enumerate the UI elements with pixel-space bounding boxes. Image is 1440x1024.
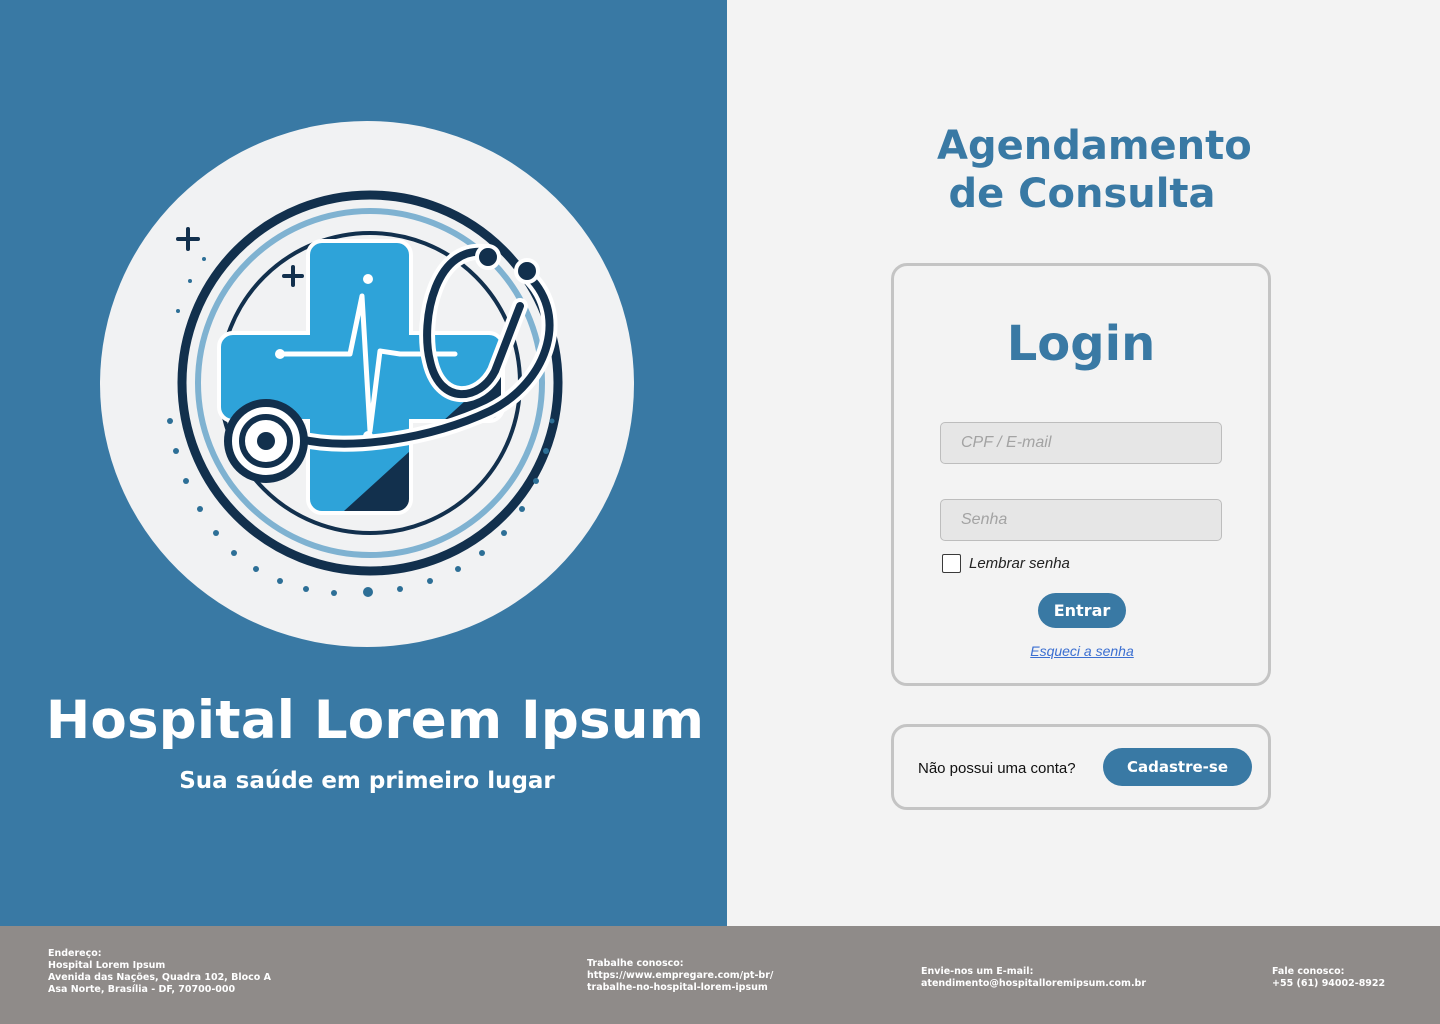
hospital-name: Hospital Lorem Ipsum [45, 690, 705, 751]
signup-card: Não possui uma conta? Cadastre-se [891, 724, 1271, 810]
hospital-logo [100, 121, 634, 647]
remember-password-option[interactable]: Lembrar senha [942, 554, 1070, 573]
footer-work-link-line1[interactable]: https://www.empregare.com/pt-br/ [587, 970, 773, 982]
footer: Endereço: Hospital Lorem Ipsum Avenida d… [0, 926, 1440, 1024]
signup-button[interactable]: Cadastre-se [1103, 748, 1252, 786]
footer-address-line2: Avenida das Nações, Quadra 102, Bloco A [48, 972, 271, 983]
footer-email-label: Envie-nos um E-mail: [921, 966, 1034, 977]
footer-address-label: Endereço: [48, 948, 102, 959]
page-title: Agendamento de Consulta [937, 122, 1252, 218]
signup-prompt: Não possui uma conta? [918, 760, 1076, 777]
login-title: Login [1006, 316, 1156, 372]
password-input[interactable] [940, 499, 1222, 541]
footer-phone-label: Fale conosco: [1272, 966, 1345, 977]
footer-address-line1: Hospital Lorem Ipsum [48, 960, 166, 971]
enter-button[interactable]: Entrar [1038, 593, 1126, 628]
remember-password-checkbox[interactable] [942, 554, 961, 573]
footer-work-label: Trabalhe conosco: [587, 958, 684, 969]
footer-email: Envie-nos um E-mail: atendimento@hospita… [921, 966, 1146, 990]
cpf-email-input[interactable] [940, 422, 1222, 464]
footer-email-value[interactable]: atendimento@hospitalloremipsum.com.br [921, 978, 1146, 990]
login-card: Login Lembrar senha Entrar Esqueci a sen… [891, 263, 1271, 686]
footer-phone: Fale conosco: +55 (61) 94002-8922 [1272, 966, 1385, 990]
hospital-slogan: Sua saúde em primeiro lugar [179, 768, 555, 794]
footer-phone-value: +55 (61) 94002-8922 [1272, 978, 1386, 989]
login-panel: Agendamento de Consulta Login Lembrar se… [727, 0, 1440, 926]
brand-panel: Hospital Lorem Ipsum Sua saúde em primei… [0, 0, 727, 926]
footer-work: Trabalhe conosco: https://www.empregare.… [587, 958, 773, 994]
footer-address-line3: Asa Norte, Brasília - DF, 70700-000 [48, 984, 236, 995]
page-title-line2: de Consulta [948, 171, 1216, 217]
forgot-password-link[interactable]: Esqueci a senha [894, 643, 1268, 659]
footer-work-link-line2[interactable]: trabalhe-no-hospital-lorem-ipsum [587, 982, 773, 994]
remember-password-label: Lembrar senha [969, 555, 1070, 572]
footer-address: Endereço: Hospital Lorem Ipsum Avenida d… [48, 948, 271, 996]
page-title-line1: Agendamento [937, 123, 1252, 169]
